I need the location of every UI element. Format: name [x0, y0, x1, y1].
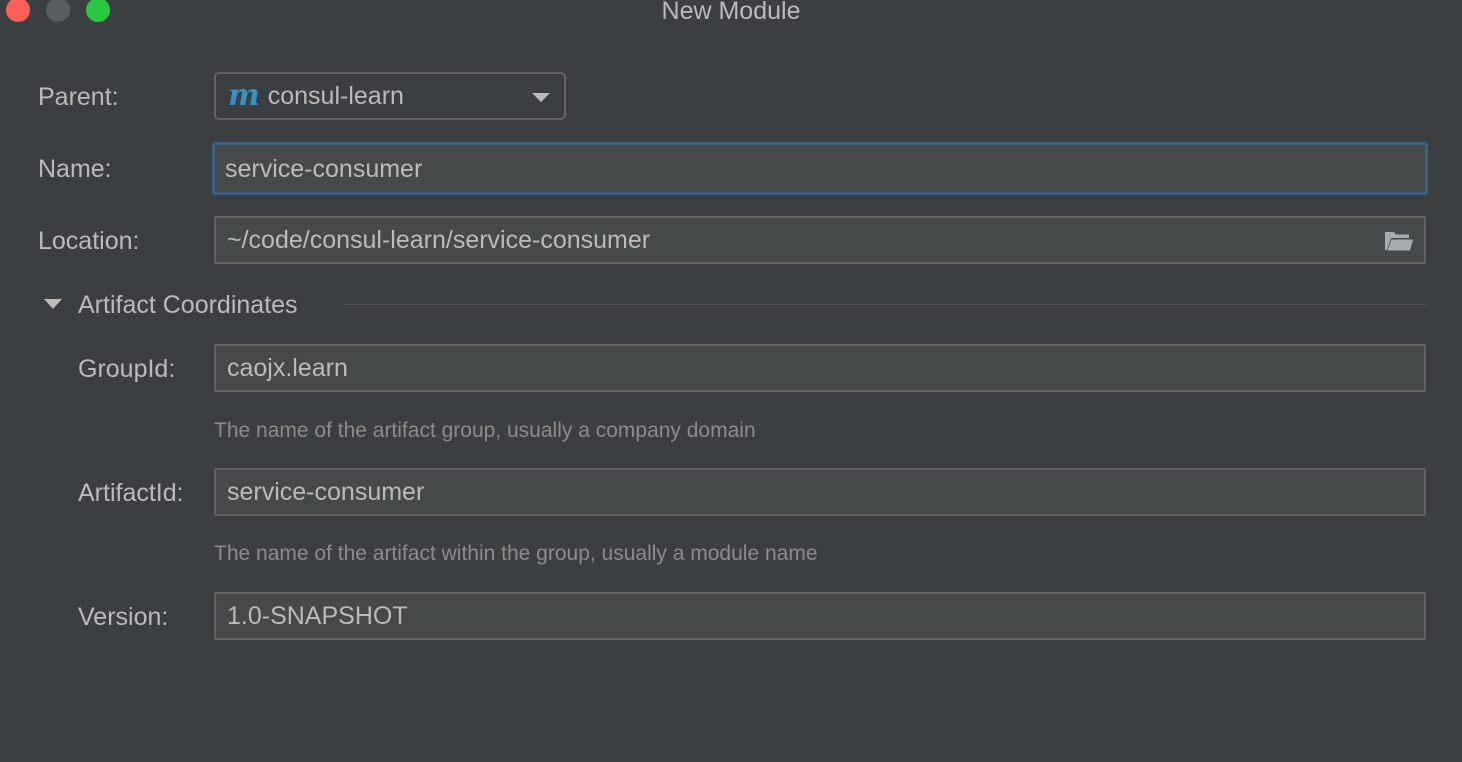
collapse-toggle-icon[interactable] — [44, 299, 62, 309]
section-divider — [344, 304, 1426, 305]
name-field[interactable]: service-consumer — [212, 142, 1428, 195]
version-value: 1.0-SNAPSHOT — [227, 602, 408, 630]
title-bar: New Module — [0, 0, 1462, 26]
artifactid-hint: The name of the artifact within the grou… — [214, 542, 818, 565]
groupid-value: caojx.learn — [227, 354, 348, 382]
chevron-down-icon — [532, 93, 550, 102]
location-field[interactable]: ~/code/consul-learn/service-consumer — [214, 216, 1426, 264]
groupid-field[interactable]: caojx.learn — [214, 344, 1426, 392]
parent-select[interactable]: m consul-learn — [214, 72, 566, 120]
groupid-hint: The name of the artifact group, usually … — [214, 419, 756, 442]
name-value: service-consumer — [225, 154, 423, 183]
artifactid-value: service-consumer — [227, 478, 425, 506]
new-module-dialog: New Module Parent: m consul-learn Name: … — [0, 0, 1462, 762]
maven-module-icon: m — [228, 78, 260, 113]
artifact-section-title[interactable]: Artifact Coordinates — [78, 290, 298, 320]
artifactid-label: ArtifactId: — [78, 479, 184, 507]
name-label: Name: — [38, 155, 112, 183]
version-field[interactable]: 1.0-SNAPSHOT — [214, 592, 1426, 640]
groupid-label: GroupId: — [78, 355, 176, 383]
parent-label: Parent: — [38, 83, 119, 111]
parent-value: consul-learn — [267, 81, 404, 110]
location-value: ~/code/consul-learn/service-consumer — [227, 226, 651, 254]
artifactid-field[interactable]: service-consumer — [214, 468, 1426, 516]
folder-icon[interactable] — [1384, 230, 1414, 252]
version-label: Version: — [78, 603, 169, 631]
window-title: New Module — [661, 0, 801, 25]
location-label: Location: — [38, 227, 140, 255]
